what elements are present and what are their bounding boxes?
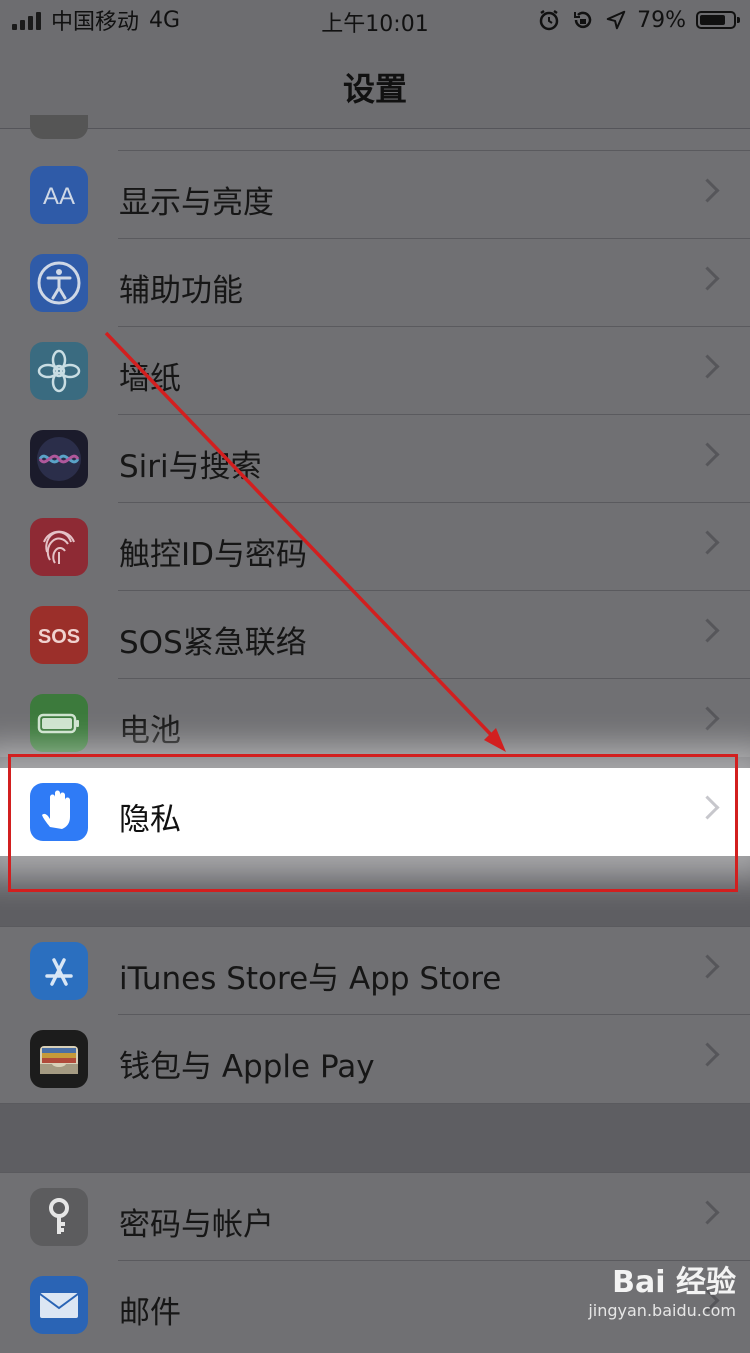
watermark-brand: Bai 经验 — [612, 1265, 736, 1300]
annotation-arrow — [104, 331, 506, 752]
watermark-url: jingyan.baidu.com — [588, 1301, 736, 1320]
watermark: Bai 经验 jingyan.baidu.com — [588, 1257, 736, 1320]
